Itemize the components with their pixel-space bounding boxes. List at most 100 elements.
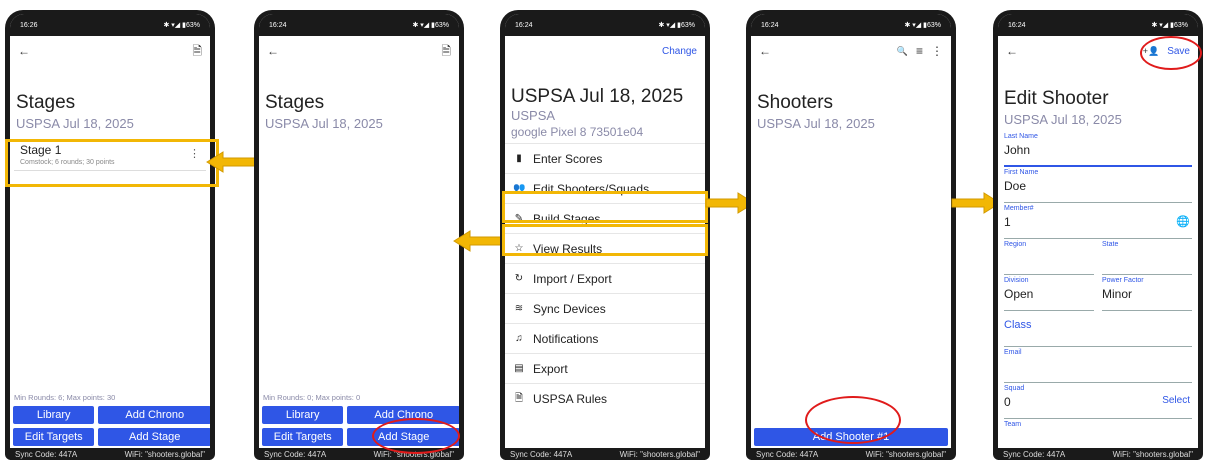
stage-list-item[interactable]: Stage 1 Comstock; 6 rounds; 30 points ⋮ (14, 139, 206, 171)
power-factor-field[interactable]: Power Factor Minor (1102, 275, 1192, 311)
match-menu: ▮ Enter Scores 👥 Edit Shooters/Squads ✎ Bui… (505, 143, 705, 414)
people-icon: 👥 (513, 182, 526, 194)
stage-totals: Min Rounds: 0; Max points: 0 (263, 393, 361, 402)
email-field[interactable]: Email (1004, 347, 1192, 383)
status-battery: ✱ ▾◢ ▮63% (1151, 22, 1188, 29)
back-arrow-icon[interactable]: ← (1006, 45, 1018, 57)
page-title: Edit Shooter (1004, 88, 1109, 109)
more-vert-icon[interactable]: ⋮ (931, 45, 943, 57)
menu-uspsa-rules[interactable]: 🗎 USPSA Rules (505, 384, 705, 414)
class-field[interactable]: Class (1004, 311, 1192, 347)
app-bar: ← +👤 Save (998, 36, 1198, 66)
division-field[interactable]: Division Open (1004, 275, 1094, 311)
add-chrono-button[interactable]: Add Chrono (347, 406, 459, 424)
wifi-label: WiFi: "shooters.global" (619, 449, 700, 459)
add-chrono-button[interactable]: Add Chrono (98, 406, 210, 424)
add-shooter-button[interactable]: Add Shooter #1 (754, 428, 948, 446)
globe-icon[interactable]: 🌐 (1176, 215, 1190, 228)
save-button[interactable]: Save (1167, 46, 1190, 57)
menu-edit-shooters[interactable]: 👥 Edit Shooters/Squads (505, 174, 705, 204)
screen-shooters: 16:24 ✱ ▾◢ ▮63% ← 🔍 ≡ ⋮ Shooters USPSA J… (751, 14, 951, 460)
match-title: USPSA Jul 18, 2025 (511, 86, 684, 107)
app-bar-actions: 🔍 ≡ ⋮ (897, 45, 943, 57)
match-org: USPSA (511, 108, 556, 123)
status-time: 16:26 (20, 21, 38, 29)
button-grid: Library Add Chrono Edit Targets Add Stag… (13, 406, 210, 446)
person-add-icon[interactable]: +👤 (1143, 46, 1159, 56)
document-icon[interactable]: 🗎 (441, 45, 451, 57)
add-stage-button[interactable]: Add Stage (347, 428, 459, 446)
search-icon[interactable]: 🔍 (897, 46, 908, 56)
state-field[interactable]: State (1102, 239, 1192, 275)
status-bar: 16:24 ✱ ▾◢ ▮63% (505, 14, 705, 36)
sync-code: Sync Code: 447A (756, 449, 819, 459)
sort-icon[interactable]: ≡ (916, 45, 923, 57)
library-button[interactable]: Library (262, 406, 344, 424)
sync-bar: Sync Code: 447A WiFi: "shooters.global" (505, 448, 705, 460)
squad-select-link[interactable]: Select (1162, 395, 1190, 406)
change-link[interactable]: Change (662, 46, 697, 57)
document-icon: 🗎 (514, 393, 524, 404)
page-subtitle: USPSA Jul 18, 2025 (757, 116, 875, 131)
region-state-row: Region State (1004, 239, 1192, 275)
menu-notifications[interactable]: ♫ Notifications (505, 324, 705, 354)
first-name-field[interactable]: First Name Doe (1004, 167, 1192, 203)
sync-bar: Sync Code: 447A WiFi: "shooters.global" (259, 448, 459, 460)
more-vert-icon[interactable]: ⋮ (189, 147, 200, 160)
status-bar: 16:24 ✱ ▾◢ ▮63% (751, 14, 951, 36)
member-number-field[interactable]: Member# 1 🌐 (1004, 203, 1192, 239)
menu-build-stages[interactable]: ✎ Build Stages (505, 204, 705, 234)
device-label: google Pixel 8 73501e04 (511, 125, 644, 139)
status-battery: ✱ ▾◢ ▮63% (658, 22, 695, 29)
document-icon[interactable]: 🗎 (192, 45, 202, 57)
status-bar: 16:24 ✱ ▾◢ ▮63% (259, 14, 459, 36)
status-time: 16:24 (1008, 21, 1026, 29)
sync-icon: ↻ (514, 272, 524, 284)
sync-code: Sync Code: 447A (510, 449, 573, 459)
clipboard-icon: ▮ (516, 152, 522, 164)
button-grid: Library Add Chrono Edit Targets Add Stag… (262, 406, 459, 446)
wifi-label: WiFi: "shooters.global" (1112, 449, 1193, 459)
sync-bar: Sync Code: 447A WiFi: "shooters.global" (10, 448, 210, 460)
phone-stages-filled: 16:26 ✱ ▾◢ ▮63% ← 🗎 Stages USPSA Jul 18,… (5, 10, 215, 460)
shooter-form: Last Name John First Name Doe Member# 1 … (998, 131, 1198, 455)
back-arrow-icon[interactable]: ← (18, 45, 30, 57)
screen-match-menu: 16:24 ✱ ▾◢ ▮63% Change USPSA Jul 18, 202… (505, 14, 705, 460)
sync-code: Sync Code: 447A (1003, 449, 1066, 459)
status-battery: ✱ ▾◢ ▮63% (163, 22, 200, 29)
menu-import-export[interactable]: ↻ Import / Export (505, 264, 705, 294)
sync-code: Sync Code: 447A (264, 449, 327, 459)
menu-sync-devices[interactable]: ≋ Sync Devices (505, 294, 705, 324)
edit-targets-button[interactable]: Edit Targets (262, 428, 344, 446)
squad-field[interactable]: Squad 0 Select (1004, 383, 1192, 419)
star-icon: ☆ (514, 242, 524, 254)
add-stage-button[interactable]: Add Stage (98, 428, 210, 446)
back-arrow-icon[interactable]: ← (267, 45, 279, 57)
bell-icon: ♫ (515, 332, 523, 344)
library-button[interactable]: Library (13, 406, 95, 424)
region-field[interactable]: Region (1004, 239, 1094, 275)
wifi-label: WiFi: "shooters.global" (124, 449, 205, 459)
stage-totals: Min Rounds: 6; Max points: 30 (14, 393, 116, 402)
screen-stages-empty: 16:24 ✱ ▾◢ ▮63% ← 🗎 Stages USPSA Jul 18,… (259, 14, 459, 460)
app-bar: Change (505, 36, 705, 66)
wifi-label: WiFi: "shooters.global" (373, 449, 454, 459)
edit-targets-button[interactable]: Edit Targets (13, 428, 95, 446)
page-title: Shooters (757, 92, 834, 113)
menu-enter-scores[interactable]: ▮ Enter Scores (505, 144, 705, 174)
phone-edit-shooter: 16:24 ✱ ▾◢ ▮63% ← +👤 Save Edit Shooter U… (993, 10, 1203, 460)
app-bar: ← 🗎 (259, 36, 459, 66)
sync-bar: Sync Code: 447A WiFi: "shooters.global" (751, 448, 951, 460)
status-time: 16:24 (269, 21, 287, 29)
page-title: Stages (265, 92, 325, 113)
last-name-field[interactable]: Last Name John (1004, 131, 1192, 167)
status-time: 16:24 (515, 21, 533, 29)
arrow-left-icon (206, 151, 256, 173)
sync-code: Sync Code: 447A (15, 449, 78, 459)
menu-export[interactable]: ▤ Export (505, 354, 705, 384)
wifi-icon: ≋ (514, 302, 524, 314)
page-subtitle: USPSA Jul 18, 2025 (1004, 112, 1122, 127)
menu-view-results[interactable]: ☆ View Results (505, 234, 705, 264)
back-arrow-icon[interactable]: ← (759, 45, 771, 57)
page-title: Stages (16, 92, 76, 113)
